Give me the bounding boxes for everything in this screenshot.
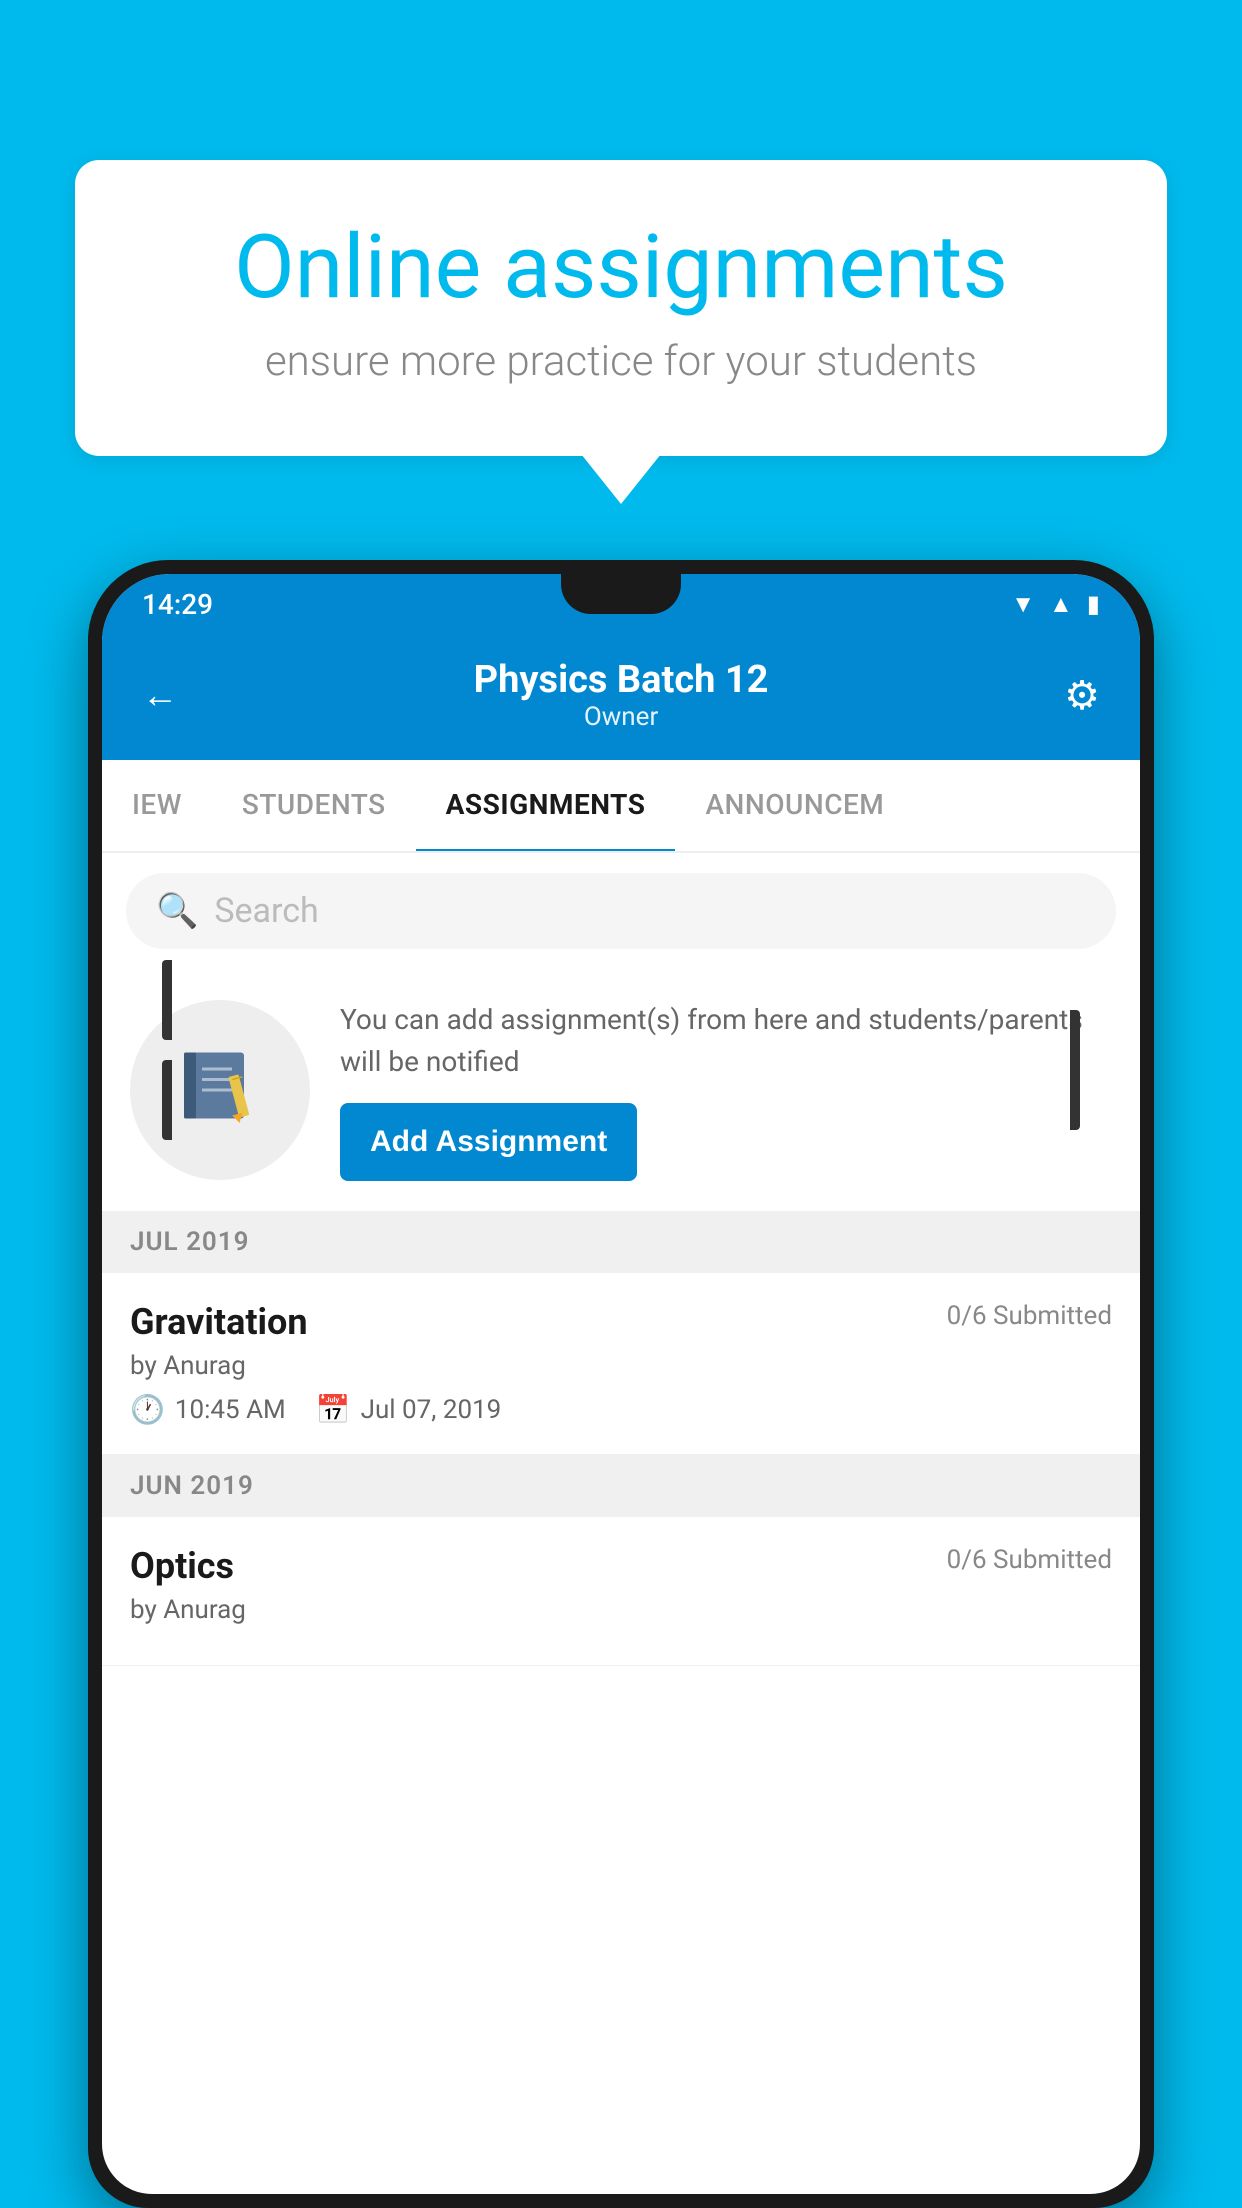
promo-subtitle: ensure more practice for your students [155, 337, 1087, 386]
tab-announcements[interactable]: ANNOUNCEM [675, 760, 914, 851]
assignment-time-text: 10:45 AM [175, 1395, 286, 1425]
notebook-svg-icon [175, 1045, 265, 1135]
assignment-top: Gravitation 0/6 Submitted [130, 1301, 1112, 1343]
phone-frame: 14:29 ▼ ▲ ▮ ← Physics Batch 12 Owner ⚙ I… [88, 560, 1154, 2208]
settings-icon[interactable]: ⚙ [1064, 672, 1100, 719]
section-jul-label: JUL 2019 [130, 1227, 250, 1257]
assignment-by-gravitation: by Anurag [130, 1351, 1112, 1381]
speech-bubble: Online assignments ensure more practice … [75, 160, 1167, 456]
tabs-bar: IEW STUDENTS ASSIGNMENTS ANNOUNCEM [102, 760, 1140, 853]
assignment-date-text: Jul 07, 2019 [361, 1395, 502, 1425]
promo-icon-circle [130, 1000, 310, 1180]
tab-iew[interactable]: IEW [102, 760, 212, 851]
promo-card: Online assignments ensure more practice … [75, 160, 1167, 456]
search-icon: 🔍 [156, 891, 198, 931]
section-jun-2019: JUN 2019 [102, 1455, 1140, 1517]
assignment-name-gravitation: Gravitation [130, 1301, 308, 1343]
assignment-gravitation[interactable]: Gravitation 0/6 Submitted by Anurag 🕐 10… [102, 1273, 1140, 1455]
phone-screen: 14:29 ▼ ▲ ▮ ← Physics Batch 12 Owner ⚙ I… [102, 574, 1140, 2194]
power-button [1070, 1010, 1080, 1130]
header-title-area: Physics Batch 12 Owner [474, 658, 769, 732]
assignment-optics-top: Optics 0/6 Submitted [130, 1545, 1112, 1587]
promo-right: You can add assignment(s) from here and … [340, 999, 1112, 1181]
promo-title: Online assignments [155, 220, 1087, 317]
tab-assignments[interactable]: ASSIGNMENTS [416, 760, 676, 853]
assignment-name-optics: Optics [130, 1545, 234, 1587]
wifi-icon: ▼ [1011, 590, 1035, 619]
signal-icon: ▲ [1049, 590, 1073, 619]
add-assignment-button[interactable]: Add Assignment [340, 1103, 637, 1181]
assignment-by-optics: by Anurag [130, 1595, 1112, 1625]
volume-down-button [162, 1060, 172, 1140]
calendar-icon: 📅 [316, 1393, 351, 1426]
add-assignment-promo: You can add assignment(s) from here and … [102, 969, 1140, 1211]
assignment-meta-gravitation: 🕐 10:45 AM 📅 Jul 07, 2019 [130, 1393, 1112, 1426]
batch-subtitle: Owner [474, 702, 769, 732]
tab-students[interactable]: STUDENTS [212, 760, 416, 851]
assignment-submitted-gravitation: 0/6 Submitted [947, 1301, 1112, 1331]
assignment-time-gravitation: 🕐 10:45 AM [130, 1393, 286, 1426]
assignment-date-gravitation: 📅 Jul 07, 2019 [316, 1393, 502, 1426]
back-button[interactable]: ← [142, 674, 178, 716]
volume-up-button [162, 960, 172, 1040]
status-time: 14:29 [142, 588, 213, 621]
batch-title: Physics Batch 12 [474, 658, 769, 702]
promo-description: You can add assignment(s) from here and … [340, 999, 1112, 1083]
search-bar[interactable]: 🔍 Search [126, 873, 1116, 949]
assignment-submitted-optics: 0/6 Submitted [947, 1545, 1112, 1575]
clock-icon: 🕐 [130, 1393, 165, 1426]
search-container: 🔍 Search [102, 853, 1140, 969]
app-header: ← Physics Batch 12 Owner ⚙ [102, 634, 1140, 760]
phone-notch [561, 574, 681, 614]
assignment-optics[interactable]: Optics 0/6 Submitted by Anurag [102, 1517, 1140, 1666]
status-icons: ▼ ▲ ▮ [1011, 590, 1100, 619]
section-jul-2019: JUL 2019 [102, 1211, 1140, 1273]
search-placeholder: Search [214, 891, 318, 931]
section-jun-label: JUN 2019 [130, 1471, 254, 1501]
battery-icon: ▮ [1087, 590, 1100, 618]
